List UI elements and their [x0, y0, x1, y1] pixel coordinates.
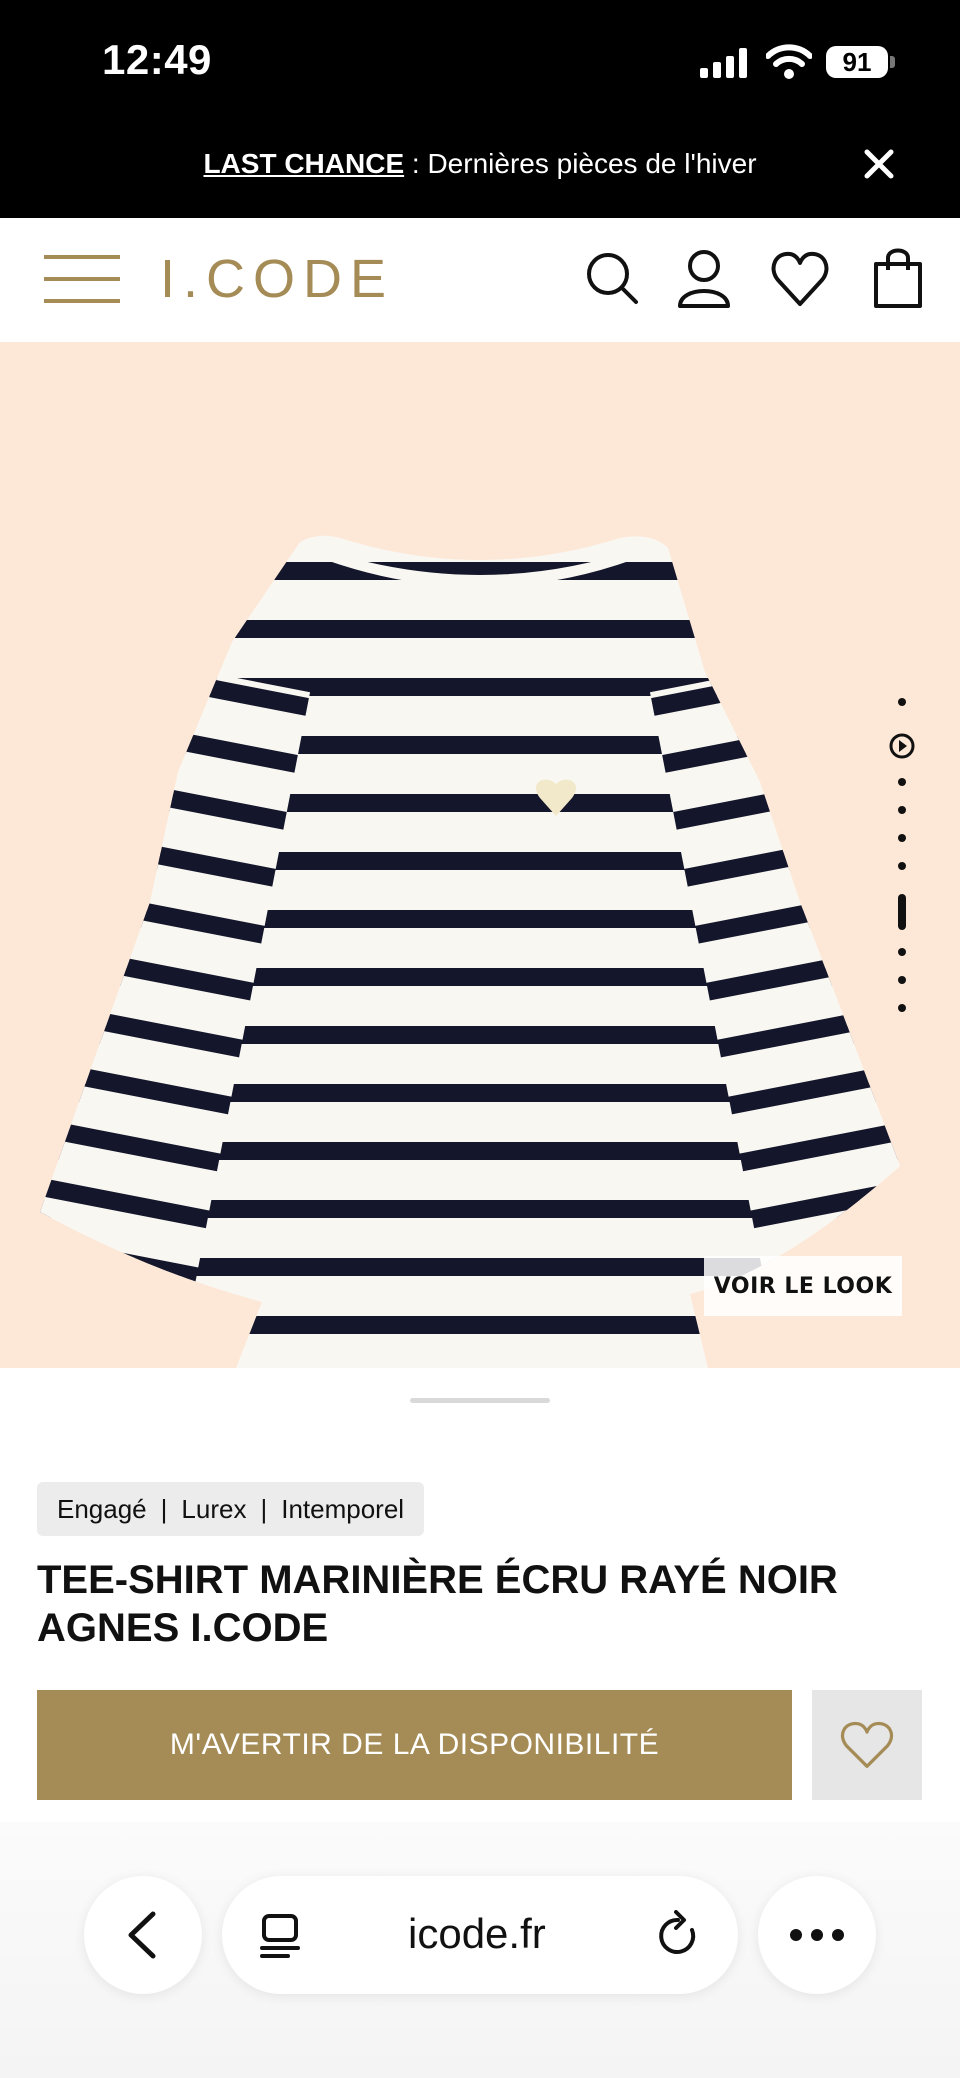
back-button[interactable] — [84, 1876, 202, 1994]
product-tags: Engagé | Lurex | Intemporel — [37, 1482, 425, 1536]
heart-icon[interactable] — [770, 246, 830, 310]
account-icon[interactable] — [674, 246, 734, 310]
bag-icon[interactable] — [868, 246, 928, 310]
wifi-icon — [766, 44, 812, 79]
product-image[interactable] — [0, 342, 960, 1368]
close-icon[interactable] — [855, 140, 903, 188]
voir-le-look-button[interactable]: VOIR LE LOOK — [704, 1256, 902, 1316]
add-to-wishlist-button[interactable] — [812, 1690, 922, 1800]
active-slide-indicator — [898, 894, 906, 930]
menu-icon[interactable] — [44, 255, 120, 305]
reload-icon[interactable] — [654, 1910, 702, 1960]
tag: Lurex — [181, 1493, 247, 1524]
heart-icon — [841, 1722, 893, 1768]
tag: Engagé — [57, 1493, 147, 1524]
more-icon — [790, 1929, 844, 1941]
signal-icon — [700, 48, 747, 78]
promo-banner[interactable]: LAST CHANCE : Dernières pièces de l'hive… — [0, 148, 960, 180]
promo-bold[interactable]: LAST CHANCE — [203, 148, 404, 179]
product-title: TEE-SHIRT MARINIÈRE ÉCRU RAYÉ NOIR AGNES… — [37, 1558, 838, 1650]
battery-tip — [890, 56, 895, 68]
play-icon[interactable] — [888, 732, 916, 760]
url-text[interactable]: icode.fr — [408, 1910, 546, 1958]
brand-logo[interactable]: I.CODE — [160, 248, 394, 310]
image-pagination[interactable] — [888, 698, 918, 1118]
promo-text: : Dernières pièces de l'hiver — [404, 148, 757, 179]
tabs-icon[interactable] — [258, 1912, 302, 1960]
shirt-illustration — [40, 535, 900, 1368]
tag-separator: | — [160, 1493, 168, 1524]
notify-availability-button[interactable]: M'AVERTIR DE LA DISPONIBILITÉ — [37, 1690, 792, 1800]
more-button[interactable] — [758, 1876, 876, 1994]
back-icon — [128, 1911, 156, 1959]
scroll-indicator — [410, 1398, 550, 1403]
battery-indicator: 91 — [826, 46, 888, 78]
status-time: 12:49 — [102, 36, 212, 83]
tag-separator: | — [260, 1493, 268, 1524]
tag: Intemporel — [281, 1493, 405, 1524]
search-icon[interactable] — [582, 246, 642, 310]
top-banner-area — [0, 0, 960, 218]
